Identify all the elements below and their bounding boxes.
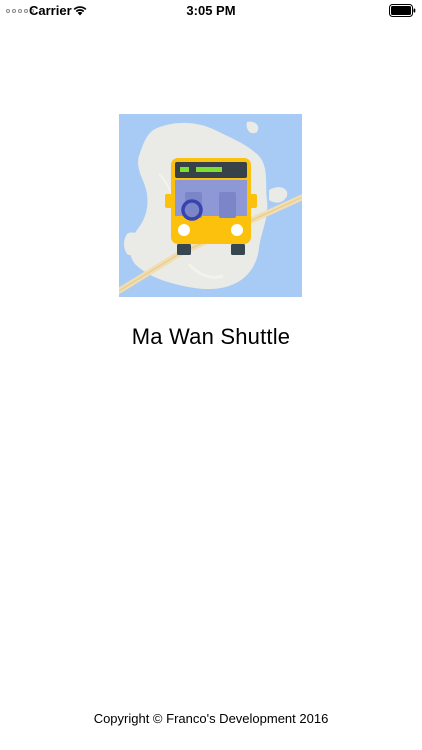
bus-on-map-icon <box>119 114 302 297</box>
status-time: 3:05 PM <box>186 3 236 18</box>
app-title: Ma Wan Shuttle <box>131 324 291 349</box>
status-bar: Carrier 3:05 PM <box>0 0 422 22</box>
battery-icon <box>389 4 416 17</box>
copyright-text: Copyright © Franco's Development 2016 <box>93 711 329 726</box>
